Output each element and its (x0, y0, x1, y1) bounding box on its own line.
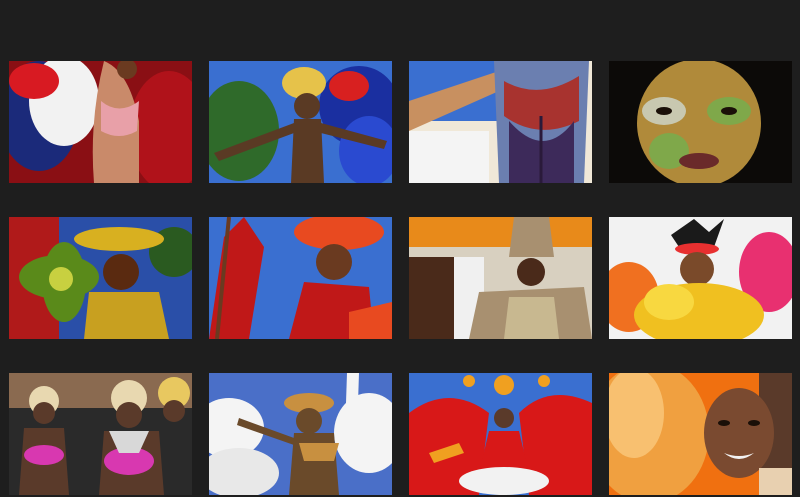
photo-silver-beaded-king-costume-crowd (409, 217, 592, 339)
gallery-thumbnail-2[interactable] (209, 61, 392, 183)
photo-red-gold-ornate-float (409, 373, 592, 495)
photo-orange-feather-smiling-portrait (609, 373, 792, 495)
gallery-thumbnail-9[interactable] (9, 373, 192, 495)
photo-red-winged-costume-with-staff (209, 217, 392, 339)
photo-gallery (0, 0, 800, 497)
gallery-thumbnail-7[interactable] (409, 217, 592, 339)
gallery-thumbnail-12[interactable] (609, 373, 792, 495)
gallery-thumbnail-6[interactable] (209, 217, 392, 339)
gallery-thumbnail-5[interactable] (9, 217, 192, 339)
gallery-thumbnail-8[interactable] (609, 217, 792, 339)
photo-gold-headdress-green-flower (9, 217, 192, 339)
photo-glitter-face-paint-portrait (609, 61, 792, 183)
photo-pink-beaded-dancers-group (9, 373, 192, 495)
gallery-thumbnail-10[interactable] (209, 373, 392, 495)
photo-body-paint-back-view (409, 61, 592, 183)
photo-red-white-blue-feather-costume (9, 61, 192, 183)
gallery-thumbnail-11[interactable] (409, 373, 592, 495)
photo-dancer-blue-feathers-outstretched-arms (209, 61, 392, 183)
gallery-thumbnail-4[interactable] (609, 61, 792, 183)
photo-white-feather-dancer-sky (209, 373, 392, 495)
photo-yellow-orange-feather-costume (609, 217, 792, 339)
gallery-thumbnail-3[interactable] (409, 61, 592, 183)
gallery-thumbnail-1[interactable] (9, 61, 192, 183)
